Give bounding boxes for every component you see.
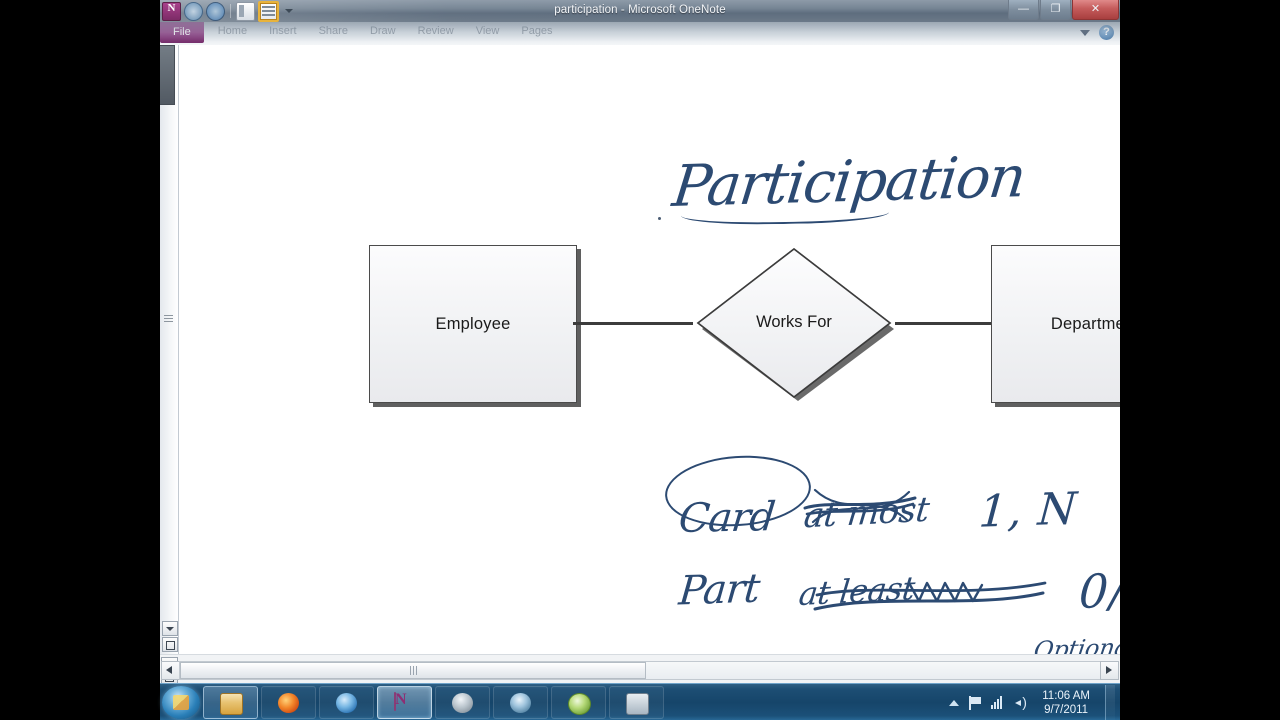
ink-strikethrough-at-most <box>803 488 917 524</box>
taskbar-item-misc[interactable] <box>609 686 664 719</box>
show-hidden-icons-icon[interactable] <box>949 699 960 706</box>
onenote-window: participation - Microsoft OneNote — ❐ ✕ … <box>160 0 1120 683</box>
taskbar-item-media-player[interactable] <box>435 686 490 719</box>
chevron-down-icon <box>166 627 174 631</box>
connector-employee-to-relationship <box>573 322 693 325</box>
disc-icon <box>510 693 531 713</box>
tab-insert[interactable]: Insert <box>258 22 308 41</box>
dock-to-desktop-icon[interactable] <box>236 1 255 21</box>
ink-strikethrough-or-minimum <box>813 581 1047 611</box>
tab-view[interactable]: View <box>465 22 511 41</box>
horizontal-scrollbar-track[interactable] <box>179 661 1101 680</box>
network-bar-3 <box>997 699 1000 709</box>
navstrip-grip-icon[interactable] <box>164 315 173 325</box>
taskbar-item-disc[interactable] <box>493 686 548 719</box>
tab-share[interactable]: Share <box>308 22 359 41</box>
chevron-down-icon[interactable] <box>1080 29 1090 36</box>
scrollbar-grip-icon <box>410 666 417 675</box>
close-icon: ✕ <box>1090 3 1101 15</box>
media-player-icon <box>452 693 473 713</box>
clock-time: 11:06 AM <box>1042 689 1090 702</box>
ink-dot-artifact <box>658 217 661 220</box>
clock-date: 9/7/2011 <box>1044 703 1089 716</box>
window-controls[interactable]: — ❐ ✕ <box>1007 0 1119 20</box>
restore-button[interactable]: ❐ <box>1040 0 1071 20</box>
ink-values-one-n: 1, N <box>977 483 1080 538</box>
network-bar-4 <box>1000 696 1003 709</box>
ink-values-zero-one: 0/1 <box>1077 560 1120 620</box>
tab-file[interactable]: File <box>160 22 204 43</box>
relationship-works-for[interactable]: Works For <box>690 245 898 401</box>
taskbar-item-explorer[interactable] <box>203 686 258 719</box>
green-app-icon <box>568 693 591 715</box>
window-title: participation - Microsoft OneNote <box>554 4 726 16</box>
connector-relationship-to-department <box>895 322 993 325</box>
folder-icon <box>220 693 243 715</box>
restore-icon: ❐ <box>1050 3 1061 15</box>
new-page-button[interactable] <box>162 637 178 652</box>
redo-icon[interactable] <box>206 1 225 21</box>
entity-department-label: Department <box>1050 314 1120 333</box>
full-page-view-icon[interactable] <box>258 0 279 22</box>
chevron-left-icon <box>166 666 172 674</box>
scroll-left-button[interactable] <box>161 661 180 680</box>
page-down-button[interactable] <box>162 621 178 636</box>
ink-ellipse-around-card <box>662 450 814 532</box>
tab-pages[interactable]: Pages <box>510 22 563 41</box>
network-icon[interactable] <box>991 696 1006 709</box>
network-bar-2 <box>994 702 997 709</box>
internet-explorer-icon <box>336 693 357 713</box>
scroll-right-button[interactable] <box>1100 661 1119 680</box>
taskbar-item-internet-explorer[interactable] <box>319 686 374 719</box>
help-icon[interactable]: ? <box>1099 25 1114 40</box>
navigation-strip[interactable] <box>160 45 179 655</box>
customize-qat-caret-icon[interactable] <box>285 9 293 13</box>
minimize-button[interactable]: — <box>1008 0 1039 20</box>
minimize-icon: — <box>1018 3 1029 15</box>
ink-title-underline <box>680 200 890 226</box>
show-desktop-button[interactable] <box>1105 685 1115 720</box>
horizontal-scrollbar-row <box>160 654 1120 683</box>
title-bar[interactable]: participation - Microsoft OneNote — ❐ ✕ <box>160 0 1120 23</box>
ink-label-part: Part <box>677 565 762 615</box>
tab-draw[interactable]: Draw <box>359 22 407 41</box>
ribbon-tabs: File Home Insert Share Draw Review View … <box>160 22 564 45</box>
start-button[interactable] <box>162 686 200 719</box>
entity-department[interactable]: Department <box>991 245 1120 403</box>
clock[interactable]: 11:06 AM 9/7/2011 <box>1040 689 1096 717</box>
onenote-icon <box>394 692 396 711</box>
letterbox-right <box>1120 0 1280 720</box>
system-tray: 11:06 AM 9/7/2011 <box>949 685 1120 720</box>
notebook-tab[interactable] <box>160 45 175 105</box>
quick-access-toolbar[interactable] <box>162 0 293 22</box>
letterbox-left <box>0 0 160 720</box>
close-button[interactable]: ✕ <box>1072 0 1119 20</box>
relationship-label: Works For <box>756 313 832 331</box>
screen-root: participation - Microsoft OneNote — ❐ ✕ … <box>0 0 1280 720</box>
firefox-icon <box>278 693 299 713</box>
taskbar-item-onenote[interactable] <box>377 686 432 719</box>
chevron-right-icon <box>1106 666 1112 674</box>
qat-separator <box>230 4 231 18</box>
undo-icon[interactable] <box>184 1 203 21</box>
taskbar-item-firefox[interactable] <box>261 686 316 719</box>
horizontal-scrollbar-thumb[interactable] <box>180 662 646 679</box>
volume-icon[interactable] <box>1015 694 1031 711</box>
tab-home[interactable]: Home <box>207 22 258 41</box>
note-page-canvas[interactable]: Participation Employee Works For Departm… <box>179 45 1120 655</box>
action-center-flag-icon[interactable] <box>968 695 982 710</box>
new-page-icon <box>166 641 175 650</box>
taskbar-item-green-app[interactable] <box>551 686 606 719</box>
misc-app-icon <box>626 693 649 715</box>
onenote-icon[interactable] <box>162 1 181 21</box>
tab-review[interactable]: Review <box>407 22 465 41</box>
ink-text-optional-mandatory: Optional / Mand. <box>1032 629 1120 655</box>
entity-employee-label: Employee <box>435 314 511 333</box>
entity-employee[interactable]: Employee <box>369 245 577 403</box>
ribbon-tab-strip: File Home Insert Share Draw Review View … <box>160 22 1120 46</box>
taskbar: 11:06 AM 9/7/2011 <box>160 683 1120 720</box>
ribbon-right-controls: ? <box>1080 25 1114 40</box>
navstrip-bottom-buttons[interactable] <box>162 621 178 653</box>
network-bar-1 <box>991 705 994 709</box>
